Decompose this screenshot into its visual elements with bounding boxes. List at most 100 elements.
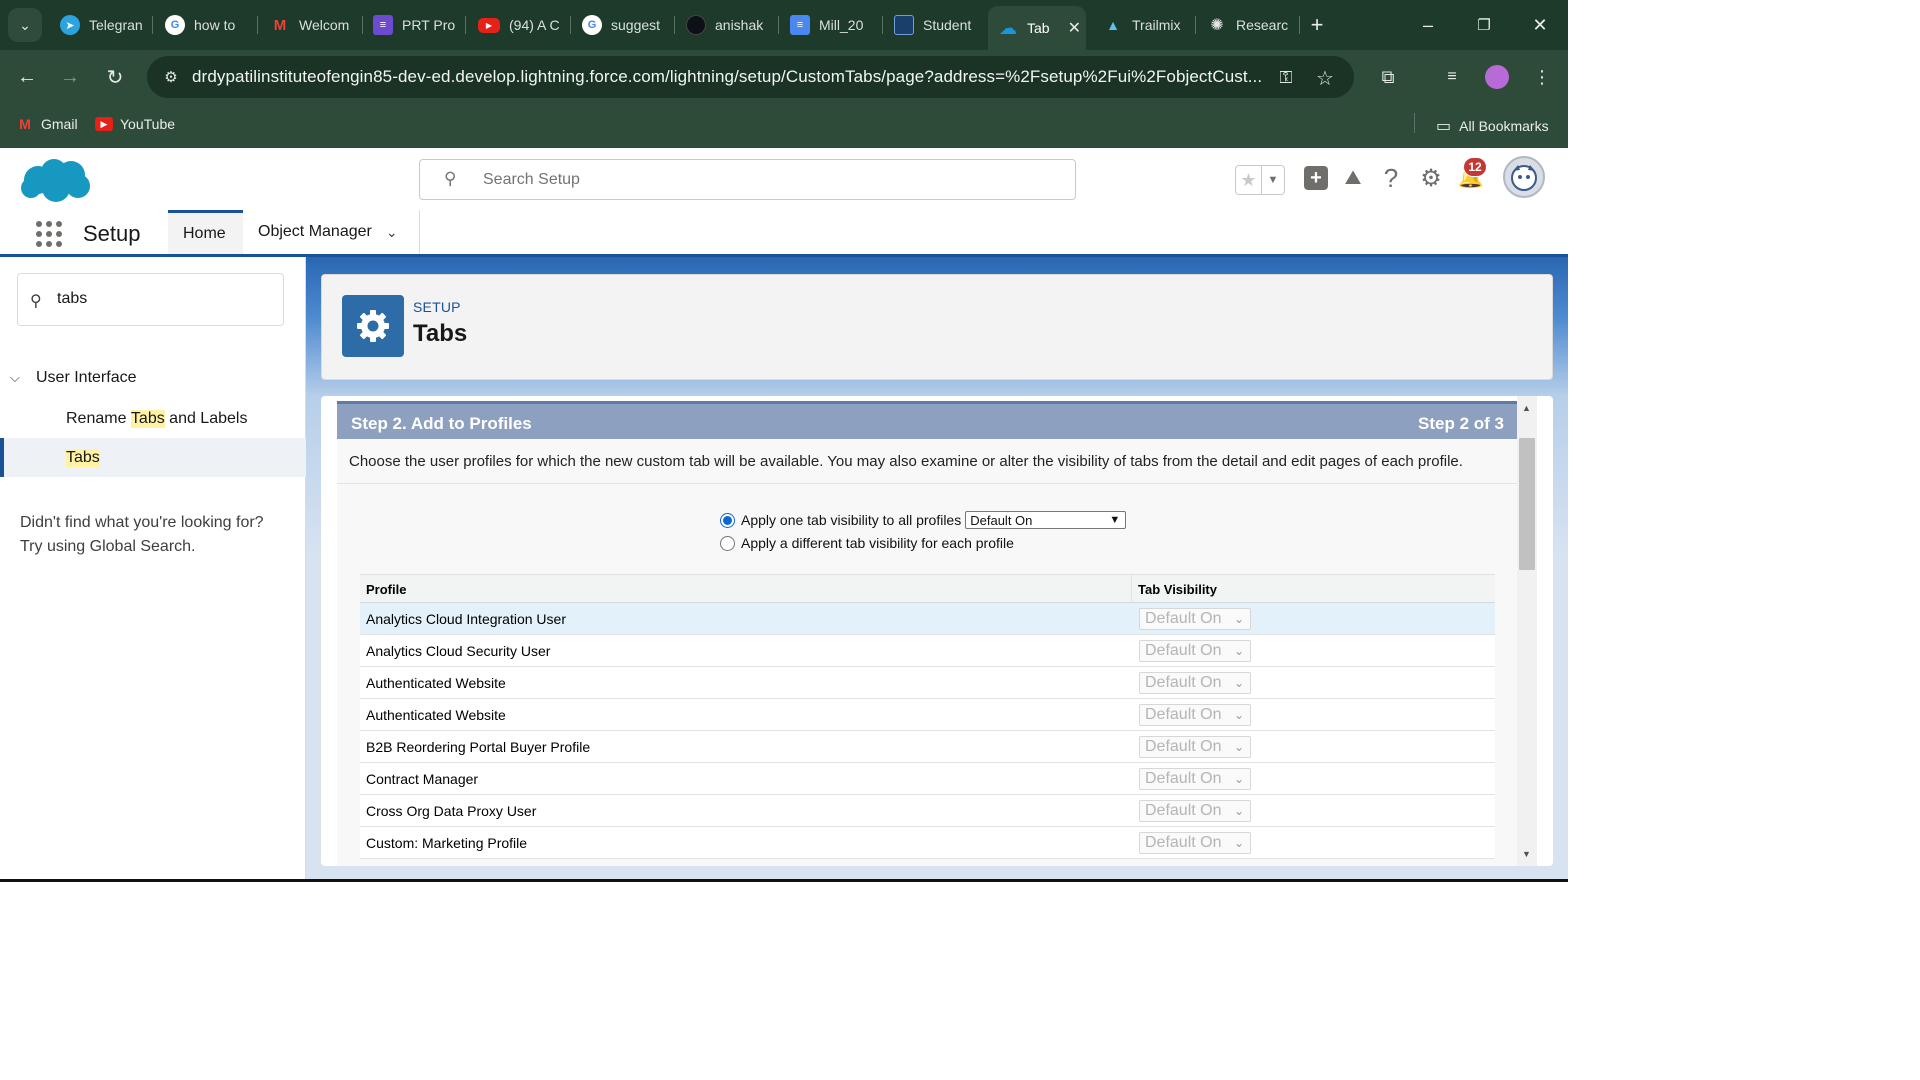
browser-tab[interactable]: G suggest xyxy=(572,8,675,42)
extensions-icon[interactable]: ⧉ xyxy=(1373,62,1403,92)
tab-visibility-select[interactable]: Default On ⌄ xyxy=(1139,639,1251,662)
option-apply-each: Apply a different tab visibility for eac… xyxy=(720,535,1014,551)
all-bookmarks-button[interactable]: ▭ All Bookmarks xyxy=(1436,116,1549,136)
table-row: Analytics Cloud Integration User Default … xyxy=(360,603,1495,635)
browser-tab[interactable]: ≡ PRT Pro xyxy=(363,8,466,42)
tab-visibility-cell: Default On ⌄ xyxy=(1132,671,1251,694)
minimize-button[interactable]: – xyxy=(1413,10,1443,40)
youtube-icon: ▶ xyxy=(95,117,113,131)
tab-title: Tab xyxy=(1027,20,1050,36)
app-launcher-icon[interactable] xyxy=(36,221,62,247)
document-icon: ≡ xyxy=(373,15,393,35)
setup-search-input[interactable]: ⚲ Search Setup xyxy=(419,159,1076,200)
global-actions-icon[interactable]: + xyxy=(1302,164,1330,192)
reload-button[interactable]: ↻ xyxy=(100,62,130,92)
tab-visibility-value: Default On xyxy=(1145,737,1222,755)
bookmark-star-icon[interactable]: ☆ xyxy=(1313,66,1337,90)
browser-tab[interactable]: ✺ Researc xyxy=(1197,8,1300,42)
page-header: SETUP Tabs xyxy=(321,274,1553,380)
setup-sidebar: ⚲ tabs ⌵ User Interface Rename Tabs and … xyxy=(0,257,306,882)
tab-visibility-select[interactable]: Default On ⌄ xyxy=(1139,607,1251,630)
browser-tab[interactable]: anishak xyxy=(676,8,779,42)
portal-icon xyxy=(894,15,914,35)
bookmark-youtube[interactable]: ▶ YouTube xyxy=(95,116,175,132)
tab-visibility-select[interactable]: Default On ⌄ xyxy=(1139,703,1251,726)
tab-object-manager[interactable]: Object Manager ⌄ xyxy=(243,210,413,254)
content-scrollbar[interactable]: ▲ ▼ xyxy=(1517,396,1537,866)
profile-name-cell: Analytics Cloud Integration User xyxy=(366,610,566,627)
table-row: Analytics Cloud Security User Default On ⌄ xyxy=(360,635,1495,667)
tab-visibility-select[interactable]: Default On ⌄ xyxy=(1139,831,1251,854)
tab-visibility-select[interactable]: Default On ⌄ xyxy=(1139,735,1251,758)
table-row: B2B Reordering Portal Buyer Profile Defau… xyxy=(360,731,1495,763)
scroll-down-arrow-icon[interactable]: ▼ xyxy=(1522,849,1531,859)
close-window-button[interactable]: ✕ xyxy=(1525,10,1555,40)
tab-visibility-select[interactable]: Default On ⌄ xyxy=(1139,671,1251,694)
sidebar-item-rename-tabs[interactable]: Rename Tabs and Labels xyxy=(0,399,306,438)
tab-title: Trailmix xyxy=(1132,17,1181,33)
trailhead-guidance-icon[interactable]: ⛰ xyxy=(1339,164,1367,192)
chevron-down-icon: ⌄ xyxy=(19,16,31,33)
tab-search-button[interactable]: ⌄ xyxy=(8,8,42,42)
profile-name-cell: Authenticated Website xyxy=(366,674,506,691)
sidebar-section-user-interface[interactable]: ⌵ User Interface xyxy=(10,369,136,387)
url-text[interactable]: drdypatilinstituteofengin85-dev-ed.devel… xyxy=(192,67,1262,87)
gmail-icon: M xyxy=(273,16,287,34)
step-description-row: Choose the user profiles for which the n… xyxy=(337,439,1518,484)
site-settings-icon[interactable]: ⚙ xyxy=(159,65,183,89)
tab-title: Telegran xyxy=(89,17,143,33)
quick-find-input[interactable]: ⚲ tabs xyxy=(17,273,284,326)
tab-visibility-select[interactable]: Default On ⌄ xyxy=(1139,799,1251,822)
browser-tab-active[interactable]: ☁ Tab ✕ xyxy=(988,6,1086,50)
step-count: Step 2 of 3 xyxy=(1418,414,1504,433)
bookmarks-bar: M Gmail ▶ YouTube ▭ All Bookmarks xyxy=(0,105,1568,148)
browser-tab[interactable]: G how to xyxy=(155,8,258,42)
forward-button[interactable]: → xyxy=(55,62,85,92)
favorite-star-icon[interactable]: ★ xyxy=(1236,166,1262,194)
chevron-down-icon[interactable]: ⌄ xyxy=(386,224,398,241)
notification-count-badge: 12 xyxy=(1463,157,1487,177)
scrollbar-thumb[interactable] xyxy=(1519,438,1535,570)
favorites-dropdown-icon[interactable]: ▼ xyxy=(1262,166,1284,194)
salesforce-logo[interactable] xyxy=(18,156,92,209)
setup-gear-icon[interactable]: ⚙ xyxy=(1417,164,1445,192)
tab-title: how to xyxy=(194,17,236,33)
help-icon[interactable]: ? xyxy=(1377,163,1405,193)
sidebar-item-tabs[interactable]: Tabs xyxy=(0,438,306,477)
salesforce-global-header: ⚲ Search Setup ★ ▼ + ⛰ ? ⚙ 🔔 xyxy=(0,148,1568,210)
new-tab-button[interactable]: + xyxy=(1302,10,1332,40)
favorites-group: ★ ▼ xyxy=(1235,165,1285,195)
password-key-icon[interactable]: ⚿ xyxy=(1274,66,1298,90)
browser-tab[interactable]: ▶ (94) A C xyxy=(468,8,571,42)
radio-apply-each[interactable] xyxy=(720,535,735,551)
reading-list-icon[interactable]: ≡ xyxy=(1437,62,1467,92)
radio-apply-all[interactable] xyxy=(720,512,735,528)
bookmark-gmail[interactable]: M Gmail xyxy=(16,116,77,132)
column-header-visibility: Tab Visibility xyxy=(1138,582,1217,597)
step-title: Step 2. Add to Profiles xyxy=(351,414,532,433)
setup-gear-icon xyxy=(342,295,404,357)
tab-home[interactable]: Home xyxy=(168,210,243,254)
browser-tab[interactable]: M Welcom xyxy=(260,8,363,42)
global-visibility-select[interactable]: Default On ▼ xyxy=(965,511,1127,529)
browser-tab[interactable]: ▲ Trailmix xyxy=(1093,8,1196,42)
close-icon[interactable]: ✕ xyxy=(1068,18,1081,38)
menu-kebab-icon[interactable]: ⋮ xyxy=(1527,62,1557,92)
browser-tab[interactable]: ➤ Telegran xyxy=(50,8,153,42)
browser-tab[interactable]: Student xyxy=(884,8,987,42)
restore-button[interactable]: ❐ xyxy=(1469,10,1499,40)
google-docs-icon: ≡ xyxy=(790,15,810,35)
profile-avatar-icon[interactable] xyxy=(1482,62,1512,92)
tab-title: Mill_20 xyxy=(819,17,864,33)
taskbar-edge xyxy=(0,879,1568,882)
step-description: Choose the user profiles for which the n… xyxy=(349,453,1463,470)
address-bar[interactable]: ⚙ drdypatilinstituteofengin85-dev-ed.dev… xyxy=(147,56,1354,98)
back-button[interactable]: ← xyxy=(12,62,42,92)
browser-tab[interactable]: ≡ Mill_20 xyxy=(780,8,883,42)
scroll-up-arrow-icon[interactable]: ▲ xyxy=(1522,403,1531,413)
chevron-down-icon: ⌄ xyxy=(1233,803,1244,818)
user-avatar[interactable] xyxy=(1503,156,1545,198)
tab-visibility-cell: Default On ⌄ xyxy=(1132,735,1251,758)
tab-visibility-select[interactable]: Default On ⌄ xyxy=(1139,767,1251,790)
tab-visibility-value: Default On xyxy=(1145,609,1222,627)
